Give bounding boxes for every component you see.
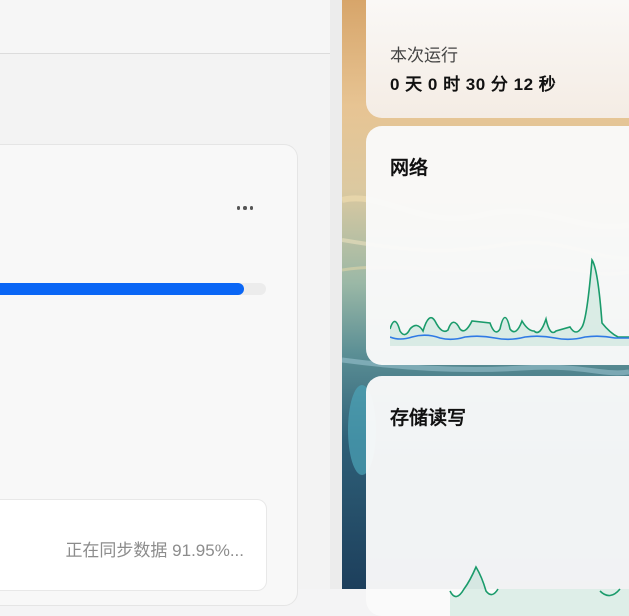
storage-io-title: 存储读写 <box>390 408 467 429</box>
sync-progress-bar <box>0 283 266 295</box>
uptime-label: 本次运行 <box>390 46 458 65</box>
sync-status-box: 正在同步数据 91.95%... <box>0 499 267 591</box>
uptime-value: 0 天 0 时 30 分 12 秒 <box>390 75 557 94</box>
top-bar <box>0 0 330 54</box>
network-title: 网络 <box>390 158 429 179</box>
more-dot-icon <box>243 206 247 210</box>
sync-progress-fill <box>0 283 244 295</box>
uptime-widget[interactable]: 本次运行 0 天 0 时 30 分 12 秒 <box>366 0 629 118</box>
network-widget[interactable]: 网络 <box>366 126 629 365</box>
pane-divider <box>330 0 342 589</box>
more-dot-icon <box>249 206 254 210</box>
sync-status-text: 正在同步数据 91.95%... <box>65 541 244 560</box>
storage-io-widget[interactable]: 存储读写 <box>366 376 629 616</box>
more-dot-icon <box>236 206 241 210</box>
network-chart <box>390 257 629 346</box>
more-options-button[interactable] <box>230 196 260 220</box>
